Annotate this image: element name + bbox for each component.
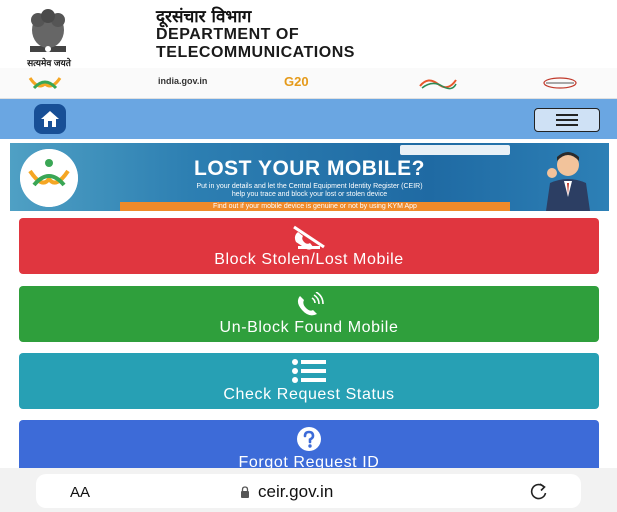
banner-subtitle-line1: Put in your details and let the Central …	[196, 183, 423, 190]
site-header: सत्यमेव जयते दूरसंचार विभाग DEPARTMENT O…	[0, 0, 617, 68]
block-stolen-lost-mobile-label: Block Stolen/Lost Mobile	[214, 251, 404, 268]
banner-title: LOST YOUR MOBILE?	[194, 157, 425, 180]
url-text[interactable]: ceir.gov.in	[258, 482, 333, 502]
banner-partner-logos	[400, 145, 510, 155]
hamburger-icon	[556, 114, 578, 126]
digital-india-logo-icon	[543, 77, 577, 89]
partner-logos-strip: india.gov.in G20	[0, 68, 617, 99]
home-button[interactable]	[34, 104, 66, 134]
banner-kym-strip: Find out if your mobile device is genuin…	[120, 202, 510, 211]
department-title-line1: DEPARTMENT OF	[156, 26, 300, 43]
list-icon	[292, 359, 326, 383]
browser-bottom-bar: AA ceir.gov.in	[0, 468, 617, 512]
unblock-found-mobile-button[interactable]: Un-Block Found Mobile	[19, 286, 599, 342]
reload-icon[interactable]	[530, 482, 548, 500]
lost-mobile-banner[interactable]: LOST YOUR MOBILE? Put in your details an…	[10, 143, 609, 211]
home-icon	[41, 111, 59, 127]
azadi-ka-amrit-mahotsav-logo-icon	[419, 79, 457, 90]
department-title-line2: TELECOMMUNICATIONS	[156, 44, 355, 61]
worried-man-illustration-icon	[546, 152, 590, 211]
navigation-bar	[0, 99, 617, 139]
banner-subtitle-line2: help you trace and block your lost or st…	[231, 191, 388, 198]
forgot-request-id-button[interactable]: Forgot Request ID	[19, 420, 599, 472]
hamburger-menu-button[interactable]	[534, 108, 600, 132]
lock-icon	[241, 486, 249, 498]
check-request-status-label: Check Request Status	[223, 386, 395, 403]
india-gov-logo: india.gov.in	[158, 76, 208, 86]
block-stolen-lost-mobile-button[interactable]: Block Stolen/Lost Mobile	[19, 218, 599, 274]
phone-ringing-icon	[297, 292, 324, 316]
department-title-hindi: दूरसंचार विभाग	[156, 7, 252, 27]
check-request-status-button[interactable]: Check Request Status	[19, 353, 599, 409]
swachh-bharat-logo-icon	[28, 77, 62, 90]
g20-logo: G20	[284, 74, 309, 89]
question-circle-icon	[297, 427, 321, 451]
phone-blocked-icon	[293, 225, 325, 250]
unblock-found-mobile-label: Un-Block Found Mobile	[219, 319, 399, 336]
text-size-button[interactable]: AA	[70, 484, 90, 501]
